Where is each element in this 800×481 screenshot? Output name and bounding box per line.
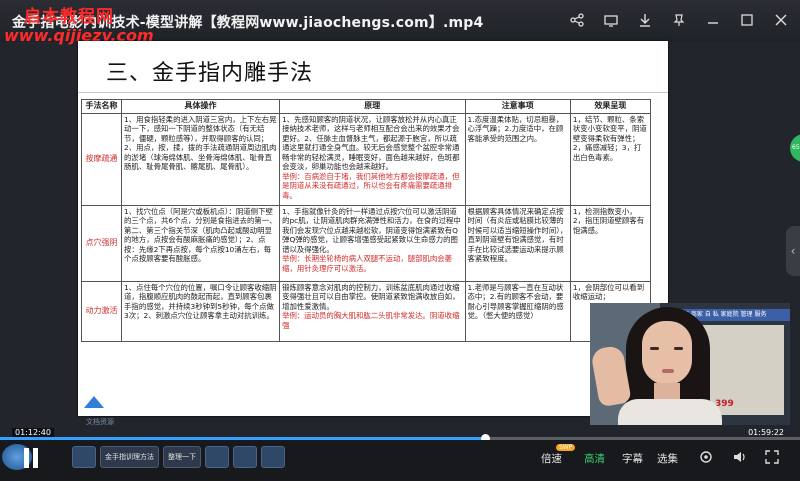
table-header: 手法名称 xyxy=(80,99,123,114)
slide-frame: 三、金手指内雕手法 手法名称 具体操作 原理 注意事项 效果呈现 按摩疏通 1、… xyxy=(78,41,668,416)
volume-icon[interactable] xyxy=(732,450,748,466)
slide-decoration-triangle xyxy=(84,396,104,408)
principle-cell: 1、手指就像针灸的针一样通过点按穴位可以激活阴道的pc肌，让阴道肌肉群充满弹性和… xyxy=(279,205,466,282)
principle-example: 举例：运动员的胸大肌和肱二头肌非常发达。阴道收缩强 xyxy=(282,311,460,330)
effect-cell: 1，检测指数变小，2，指压阴道壁顾客有饱满感。 xyxy=(569,205,652,282)
table-header: 效果呈现 xyxy=(569,99,652,114)
presenter-eye xyxy=(674,347,683,350)
principle-example: 举例：百病淤自于堵，我们其他地方都会按摩疏通，但是阴道从来没有疏通过，所以也会有… xyxy=(282,171,460,200)
title-bar: 金手指电影内训技术-模型讲解【教程网www.jiaochengs.com】.mp… xyxy=(0,0,800,45)
doc-resource-label[interactable]: 文档资源 xyxy=(86,417,114,427)
slide-title: 三、金手指内雕手法 xyxy=(106,61,314,86)
principle-text: 1、手指就像针灸的针一样通过点按穴位可以激活阴道的pc肌，让阴道肌肉群充满弹性和… xyxy=(282,207,461,254)
speed-badge: SWP xyxy=(556,444,576,451)
pin-icon[interactable] xyxy=(670,11,688,29)
notes-cell: 1.老师是与顾客一直在互动状态中；2.有的顾客不会动，要耐心引导顾客掌握肛缩阴的… xyxy=(464,281,571,342)
chevron-left-icon: ‹ xyxy=(790,244,796,258)
app-icon[interactable] xyxy=(233,446,257,468)
table-header: 注意事项 xyxy=(464,99,571,114)
principle-cell: 1、先感知顾客的阴道状况，让顾客放松并从内心真正接纳技术老师，这样与老师相互配合… xyxy=(279,113,466,206)
side-panel-toggle[interactable]: ‹ xyxy=(786,226,800,276)
restore-icon[interactable] xyxy=(738,11,756,29)
app-icon[interactable] xyxy=(72,446,96,468)
episode-select-button[interactable]: 选集 xyxy=(657,451,678,466)
os-taskbar: 金手指训理方法 整理一下 xyxy=(0,442,300,472)
side-float-badge[interactable]: 65 xyxy=(790,134,800,162)
tv-icon[interactable] xyxy=(602,11,620,29)
subtitle-button[interactable]: 字幕 xyxy=(622,451,643,466)
table-header: 具体操作 xyxy=(121,99,281,114)
presenter-mouth xyxy=(662,369,674,373)
presenter-shirt xyxy=(618,399,722,425)
technique-name: 按摩疏通 xyxy=(80,113,123,206)
effect-cell: 1，结节、颗粒、条索状变小变软变平，阴道壁变得柔软有弹性；2，痛感减轻；3，打出… xyxy=(569,113,652,206)
current-time: 01:12:40 xyxy=(12,428,54,437)
technique-name: 点穴强阴 xyxy=(80,205,123,282)
principle-text: 锻炼顾客意念对肌肉的控制力，训练盆底肌肉通过收缩变得强壮且可以自由掌控。使阴道紧… xyxy=(282,283,460,311)
table-row: 动力激活 1、点住每个穴位的位置，嘱口令让顾客收缩阴道，指腹顺应肌肉的鼓起而起，… xyxy=(80,281,652,342)
window-controls xyxy=(568,11,790,29)
principle-text: 1、先感知顾客的阴道状况，让顾客放松并从内心真正接纳技术老师，这样与老师相互配合… xyxy=(282,115,460,172)
slide-divider xyxy=(78,92,668,93)
taskbar-item[interactable]: 整理一下 xyxy=(163,446,201,468)
download-icon[interactable] xyxy=(636,11,654,29)
app-icon[interactable] xyxy=(205,446,229,468)
operation-cell: 1、用食指轻柔的进入阴道三宫内，上下左右晃动一下，感知一下阴道的整体状态（有无结… xyxy=(121,113,281,206)
fullscreen-icon[interactable] xyxy=(764,450,780,466)
presenter-face xyxy=(642,321,692,385)
pause-icon xyxy=(24,448,29,468)
technique-table: 手法名称 具体操作 原理 注意事项 效果呈现 按摩疏通 1、用食指轻柔的进入阴道… xyxy=(80,99,652,342)
operation-cell: 1、找穴位点（阿是穴或板机点）：阴道侧下壁的三个点，共6个点，分别是食指进去的第… xyxy=(121,205,281,282)
speed-button[interactable]: 倍速 xyxy=(541,451,562,466)
principle-example: 举例：长期坐轮椅的病人双腿不运动，腿部肌肉会萎缩，用针灸理疗可以激活。 xyxy=(282,254,453,273)
watermark-logo: 启本教程网 xyxy=(24,7,114,27)
share-icon[interactable] xyxy=(568,11,586,29)
pause-button[interactable] xyxy=(22,448,40,468)
app-icon[interactable] xyxy=(261,446,285,468)
presenter-eye xyxy=(650,347,659,350)
principle-cell: 锻炼顾客意念对肌肉的控制力，训练盆底肌肉通过收缩变得强壮且可以自由掌控。使阴道紧… xyxy=(279,281,466,342)
operation-cell: 1、点住每个穴位的位置，嘱口令让顾客收缩阴道，指腹顺应肌肉的鼓起而起，直到顾客包… xyxy=(121,281,281,342)
presenter-video-overlay: 十年 商家 自 私 家庭院 管理 服务 399 xyxy=(590,303,790,425)
table-row: 按摩疏通 1、用食指轻柔的进入阴道三宫内，上下左右晃动一下，感知一下阴道的整体状… xyxy=(80,113,652,206)
table-row: 点穴强阴 1、找穴位点（阿是穴或板机点）：阴道侧下壁的三个点，共6个点，分别是食… xyxy=(80,205,652,282)
close-icon[interactable] xyxy=(772,11,790,29)
technique-name: 动力激活 xyxy=(80,281,123,342)
quality-button[interactable]: 高清 xyxy=(584,451,605,466)
table-header: 原理 xyxy=(279,99,466,114)
notes-cell: 根据顾客具体情况来确定点按时间（有炎症或粘膜比较薄的时候可以适当缩短操作时间），… xyxy=(464,205,571,282)
total-time: 01:59:22 xyxy=(748,428,784,437)
minimize-icon[interactable] xyxy=(704,11,722,29)
settings-icon[interactable] xyxy=(698,450,714,466)
taskbar-item[interactable]: 金手指训理方法 xyxy=(100,446,159,468)
table-header-row: 手法名称 具体操作 原理 注意事项 效果呈现 xyxy=(80,99,652,114)
video-player-window: 金手指电影内训技术-模型讲解【教程网www.jiaochengs.com】.mp… xyxy=(0,0,800,481)
notes-cell: 1.态度温柔体贴，切忌粗暴，心浮气躁；2.力度适中，在顾客能承受的范围之内。 xyxy=(464,113,571,206)
